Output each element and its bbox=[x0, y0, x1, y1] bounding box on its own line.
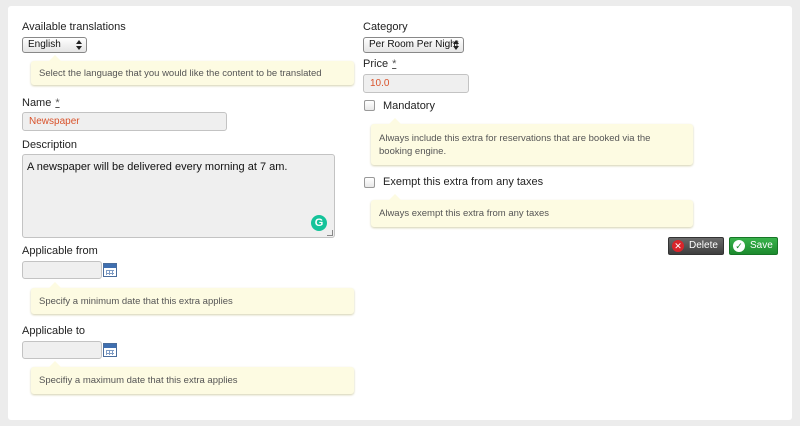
grammarly-icon[interactable]: G bbox=[311, 215, 327, 231]
select-arrows-icon bbox=[453, 40, 459, 50]
applicable-from-label: Applicable from bbox=[22, 245, 98, 257]
mandatory-hint-text: Always include this extra for reservatio… bbox=[379, 132, 651, 157]
description-textarea[interactable]: A newspaper will be delivered every morn… bbox=[22, 154, 335, 238]
translations-select[interactable]: English bbox=[22, 37, 87, 53]
translations-selected-value: English bbox=[28, 39, 61, 50]
applicable-to-hint: Specifiy a maximum date that this extra … bbox=[31, 361, 354, 394]
save-button[interactable]: ✓ Save bbox=[729, 237, 778, 255]
exempt-taxes-checkbox[interactable] bbox=[364, 177, 375, 188]
mandatory-checkbox[interactable] bbox=[364, 100, 375, 111]
price-input[interactable]: 10.0 bbox=[363, 74, 469, 93]
exempt-taxes-hint: Always exempt this extra from any taxes bbox=[371, 194, 693, 227]
required-mark: * bbox=[392, 58, 397, 70]
price-label: Price * bbox=[363, 58, 397, 70]
checkmark-icon: ✓ bbox=[733, 240, 745, 252]
applicable-from-hint: Specify a minimum date that this extra a… bbox=[31, 282, 354, 314]
applicable-from-hint-text: Specify a minimum date that this extra a… bbox=[39, 295, 233, 307]
exempt-taxes-label: Exempt this extra from any taxes bbox=[383, 176, 544, 188]
applicable-to-label: Applicable to bbox=[22, 325, 85, 337]
required-mark: * bbox=[55, 97, 60, 109]
name-label: Name * bbox=[22, 97, 60, 109]
mandatory-label: Mandatory bbox=[383, 100, 435, 112]
category-selected-value: Per Room Per Night bbox=[369, 39, 459, 50]
mandatory-hint: Always include this extra for reservatio… bbox=[371, 118, 693, 165]
exempt-taxes-hint-text: Always exempt this extra from any taxes bbox=[379, 208, 550, 219]
category-label: Category bbox=[363, 21, 408, 33]
delete-x-icon: ✕ bbox=[672, 240, 684, 252]
applicable-from-input[interactable] bbox=[22, 261, 102, 279]
save-button-label: Save bbox=[750, 240, 773, 251]
delete-button[interactable]: ✕ Delete bbox=[668, 237, 724, 255]
applicable-to-input[interactable] bbox=[22, 341, 102, 359]
resize-handle[interactable] bbox=[327, 230, 333, 236]
delete-button-label: Delete bbox=[689, 240, 718, 251]
translations-hint: Select the language that you would like … bbox=[31, 55, 354, 85]
description-text: A newspaper will be delivered every morn… bbox=[27, 161, 288, 173]
calendar-icon[interactable] bbox=[103, 263, 117, 277]
translations-label: Available translations bbox=[22, 21, 126, 33]
category-select[interactable]: Per Room Per Night bbox=[363, 37, 464, 53]
description-label: Description bbox=[22, 139, 78, 151]
select-arrows-icon bbox=[76, 40, 82, 50]
translations-hint-text: Select the language that you would like … bbox=[39, 67, 322, 79]
applicable-to-hint-text: Specifiy a maximum date that this extra … bbox=[39, 375, 238, 386]
calendar-icon[interactable] bbox=[103, 343, 117, 357]
name-input[interactable]: Newspaper bbox=[22, 112, 227, 131]
